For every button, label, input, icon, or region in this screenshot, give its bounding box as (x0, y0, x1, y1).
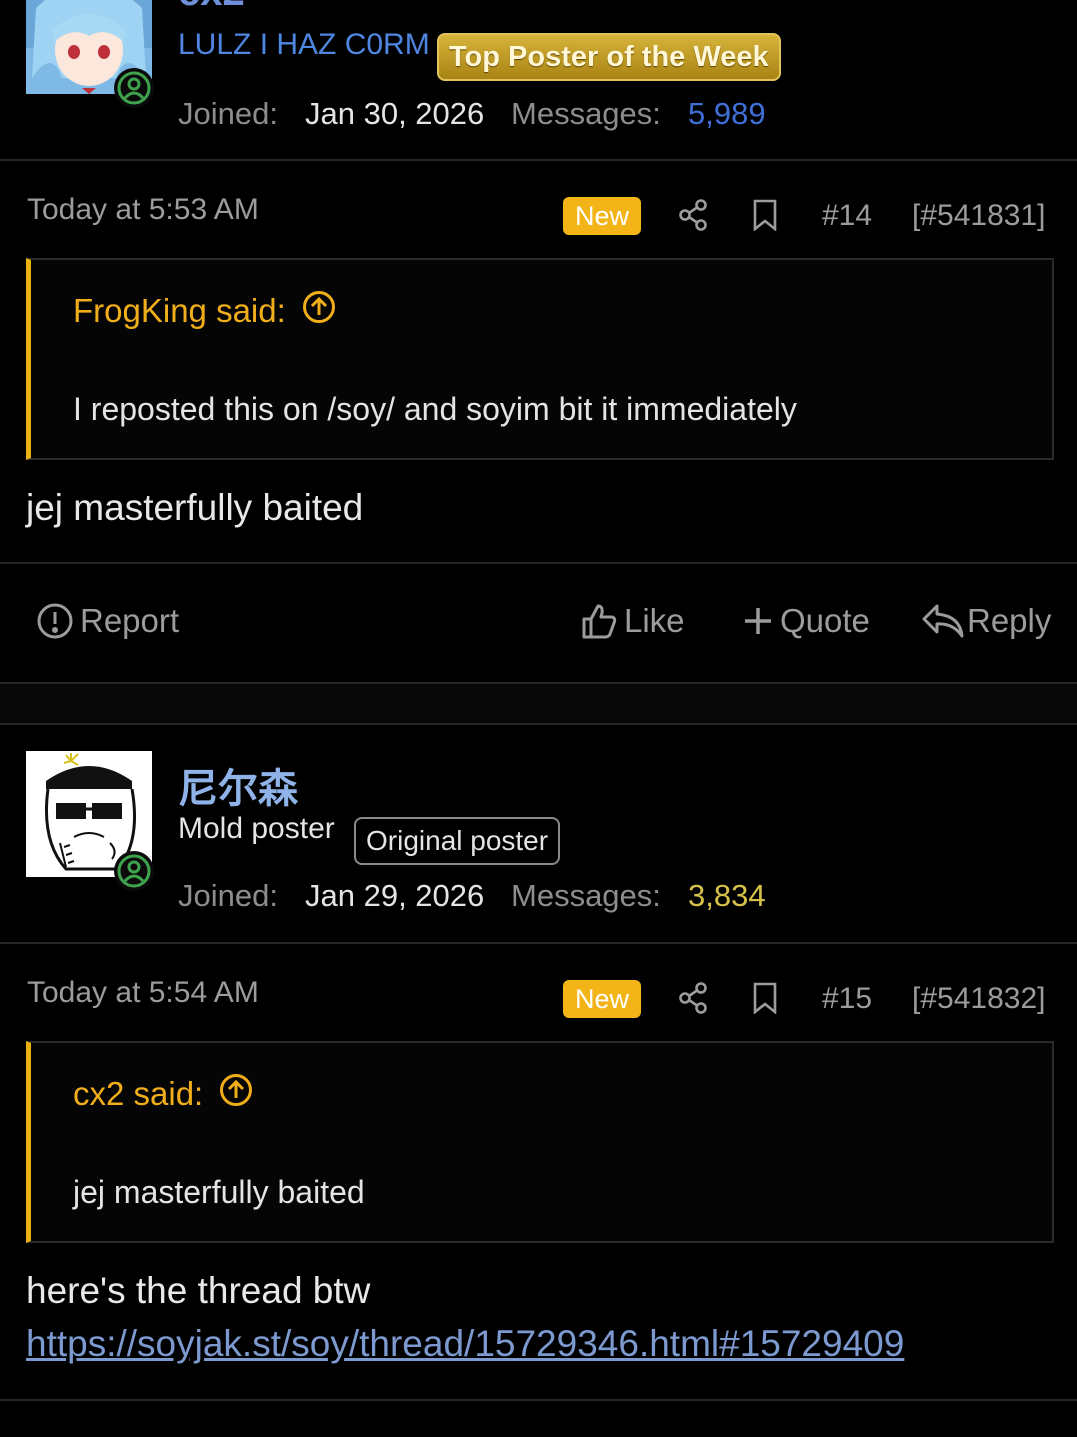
post-number[interactable]: #14 (822, 199, 872, 233)
username[interactable]: cx2 (178, 0, 245, 15)
joined-value: Jan 29, 2026 (305, 878, 485, 913)
username[interactable]: 尼尔森 (178, 756, 298, 814)
report-button[interactable]: Report (36, 602, 179, 640)
avatar-nelson[interactable] (26, 751, 154, 891)
joined-label: Joined: (178, 878, 278, 913)
bookmark-icon[interactable] (750, 198, 780, 232)
joined-label: Joined: (178, 96, 278, 131)
arrow-up-circle-icon[interactable] (219, 1073, 253, 1115)
like-button[interactable]: Like (580, 602, 685, 640)
messages-count[interactable]: 3,834 (688, 878, 766, 914)
user-title: Mold poster (178, 812, 335, 845)
post-number[interactable]: #15 (822, 982, 872, 1016)
original-poster-badge: Original poster (354, 817, 561, 865)
like-label: Like (624, 602, 685, 639)
messages-label: Messages: (511, 96, 661, 131)
quote-author[interactable]: FrogKing said: (73, 290, 336, 332)
quote-author-label[interactable]: cx2 said: (73, 1075, 203, 1113)
divider (0, 159, 1077, 161)
post-body: jej masterfully baited (26, 487, 364, 528)
new-badge: New (563, 197, 641, 235)
quote-author[interactable]: cx2 said: (73, 1073, 253, 1115)
post-timestamp[interactable]: Today at 5:54 AM (27, 976, 259, 1010)
avatar-cx2[interactable] (26, 0, 154, 108)
reply-label: Reply (967, 602, 1052, 639)
joined-value: Jan 30, 2026 (305, 96, 485, 131)
new-badge: New (563, 980, 641, 1018)
divider (0, 562, 1077, 564)
arrow-up-circle-icon[interactable] (302, 290, 336, 332)
quote-block: cx2 said: jej masterfully baited (26, 1041, 1054, 1243)
user-title: LULZ I HAZ C0RM (178, 28, 430, 61)
share-icon[interactable] (676, 981, 710, 1015)
post-timestamp[interactable]: Today at 5:53 AM (27, 193, 259, 227)
post-gap (0, 684, 1077, 724)
online-status-icon (114, 68, 154, 108)
share-icon[interactable] (676, 198, 710, 232)
quote-author-label[interactable]: FrogKing said: (73, 292, 286, 330)
quote-label: Quote (780, 602, 870, 639)
quote-button[interactable]: Quote (742, 602, 870, 640)
divider (0, 942, 1077, 944)
post-id[interactable]: [#541832] (912, 982, 1045, 1016)
report-icon (37, 603, 73, 639)
quote-text: jej masterfully baited (73, 1174, 365, 1210)
messages-label: Messages: (511, 878, 661, 913)
divider (0, 723, 1077, 725)
online-status-icon (114, 851, 154, 891)
user-banner: Top Poster of the Week (437, 33, 781, 81)
like-icon (582, 604, 617, 639)
plus-icon (745, 608, 771, 634)
reply-button[interactable]: Reply (921, 602, 1051, 640)
bookmark-icon[interactable] (750, 981, 780, 1015)
quote-block: FrogKing said: I reposted this on /soy/ … (26, 258, 1054, 460)
post-body: here's the thread btw (26, 1270, 371, 1311)
quote-text: I reposted this on /soy/ and soyim bit i… (73, 391, 797, 427)
messages-count[interactable]: 5,989 (688, 96, 766, 132)
thread-link[interactable]: https://soyjak.st/soy/thread/15729346.ht… (26, 1323, 904, 1365)
post-id[interactable]: [#541831] (912, 199, 1045, 233)
divider (0, 1399, 1077, 1401)
reply-icon (922, 604, 964, 638)
report-label: Report (80, 602, 180, 639)
